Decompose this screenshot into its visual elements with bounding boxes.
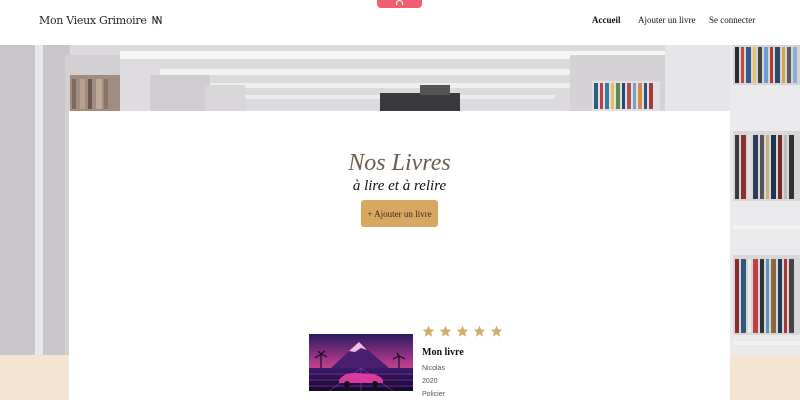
star-icon xyxy=(422,325,435,337)
book-rating xyxy=(422,325,503,339)
synthwave-car-image xyxy=(309,334,413,391)
book-card[interactable]: Mon livre Nicolas 2020 Policier xyxy=(309,325,503,400)
chevron-up-icon xyxy=(396,0,403,5)
nav-item-home[interactable]: Accueil xyxy=(592,15,621,25)
star-icon xyxy=(473,325,486,337)
book-author: Nicolas xyxy=(422,365,445,372)
book-cover-image[interactable] xyxy=(309,334,413,391)
star-icon xyxy=(456,325,469,337)
nav-item-add-book[interactable]: Ajouter un livre xyxy=(638,15,696,25)
add-book-button[interactable]: + Ajouter un livre xyxy=(361,200,438,227)
main-nav: Accueil Ajouter un livre Se connecter xyxy=(0,15,800,29)
book-title[interactable]: Mon livre xyxy=(422,347,464,358)
nav-item-login[interactable]: Se connecter xyxy=(709,15,755,25)
page-subtitle: à lire et à relire xyxy=(352,178,447,194)
page-title: Nos Livres xyxy=(348,150,451,176)
books-panel: Nos Livres à lire et à relire + Ajouter … xyxy=(69,111,730,400)
star-icon xyxy=(439,325,452,337)
top-pull-tab[interactable] xyxy=(377,0,422,8)
star-icon xyxy=(490,325,503,337)
book-year: 2020 xyxy=(422,378,438,385)
book-genre: Policier xyxy=(422,391,445,398)
